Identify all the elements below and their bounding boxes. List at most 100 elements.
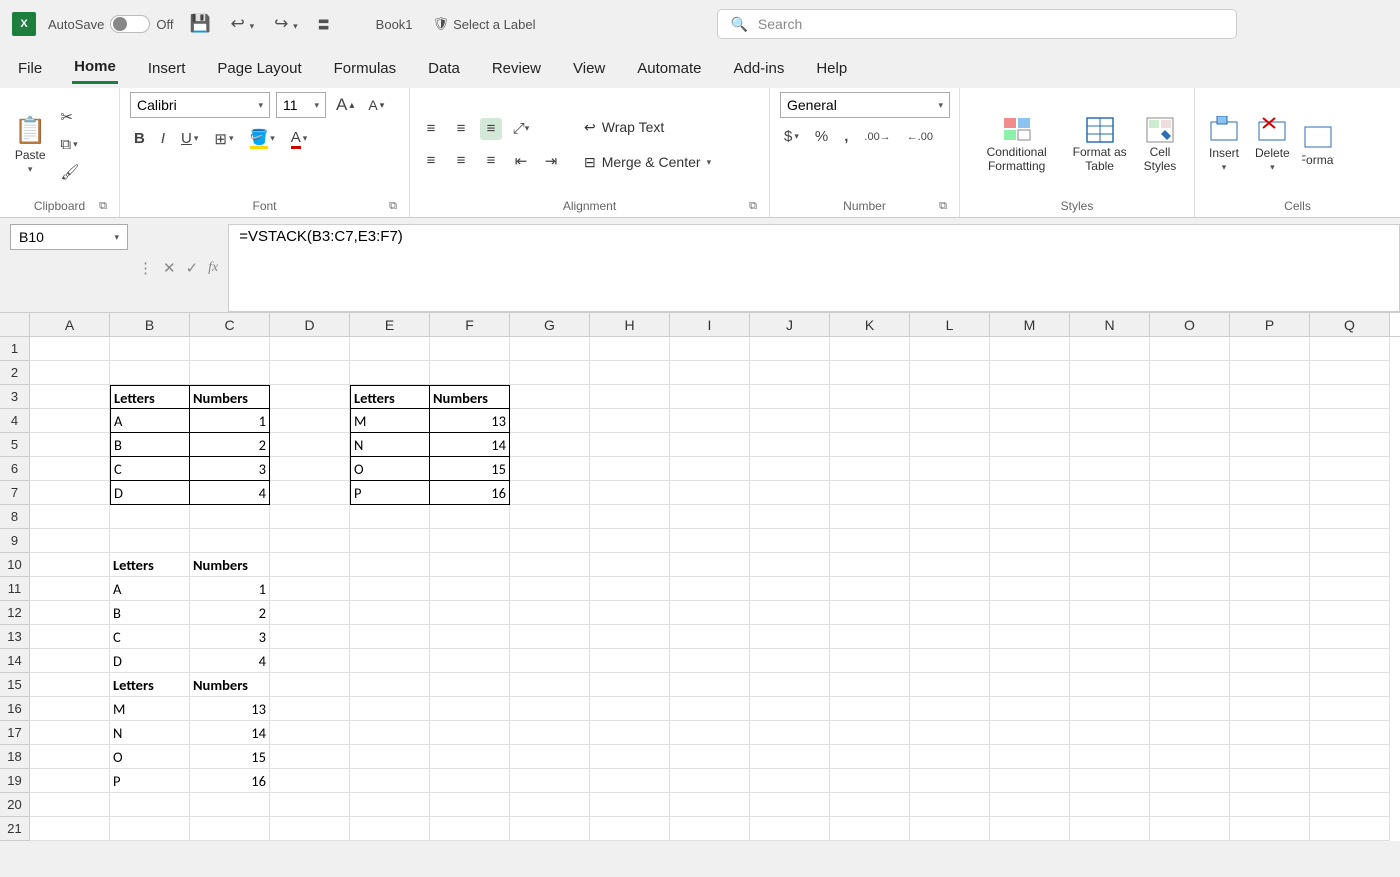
- cell-B14[interactable]: D: [110, 649, 190, 673]
- row-header-11[interactable]: 11: [0, 577, 30, 601]
- cell-M11[interactable]: [990, 577, 1070, 601]
- qat-customize-icon[interactable]: 〓: [314, 10, 334, 38]
- cell-I7[interactable]: [670, 481, 750, 505]
- cell-L21[interactable]: [910, 817, 990, 841]
- cell-H3[interactable]: [590, 385, 670, 409]
- col-header-P[interactable]: P: [1230, 313, 1310, 336]
- cell-I1[interactable]: [670, 337, 750, 361]
- cell-Q1[interactable]: [1310, 337, 1390, 361]
- cell-J15[interactable]: [750, 673, 830, 697]
- cell-M9[interactable]: [990, 529, 1070, 553]
- row-header-12[interactable]: 12: [0, 601, 30, 625]
- cell-G17[interactable]: [510, 721, 590, 745]
- cell-L16[interactable]: [910, 697, 990, 721]
- bold-button[interactable]: B: [130, 128, 149, 149]
- cell-B19[interactable]: P: [110, 769, 190, 793]
- cell-C10[interactable]: Numbers: [190, 553, 270, 577]
- cell-I3[interactable]: [670, 385, 750, 409]
- cell-K3[interactable]: [830, 385, 910, 409]
- cell-C6[interactable]: 3: [190, 457, 270, 481]
- cell-A1[interactable]: [30, 337, 110, 361]
- cell-D10[interactable]: [270, 553, 350, 577]
- cell-M15[interactable]: [990, 673, 1070, 697]
- cell-C20[interactable]: [190, 793, 270, 817]
- cell-A2[interactable]: [30, 361, 110, 385]
- cell-L15[interactable]: [910, 673, 990, 697]
- comma-format-button[interactable]: ,: [840, 126, 852, 147]
- decrease-indent-button[interactable]: ⇤: [510, 150, 532, 172]
- cell-P14[interactable]: [1230, 649, 1310, 673]
- cell-N9[interactable]: [1070, 529, 1150, 553]
- cell-F10[interactable]: [430, 553, 510, 577]
- cell-O7[interactable]: [1150, 481, 1230, 505]
- cell-L9[interactable]: [910, 529, 990, 553]
- cell-L7[interactable]: [910, 481, 990, 505]
- cell-A8[interactable]: [30, 505, 110, 529]
- cell-M8[interactable]: [990, 505, 1070, 529]
- cell-M19[interactable]: [990, 769, 1070, 793]
- cell-H4[interactable]: [590, 409, 670, 433]
- cell-I11[interactable]: [670, 577, 750, 601]
- cell-G10[interactable]: [510, 553, 590, 577]
- cell-A17[interactable]: [30, 721, 110, 745]
- row-header-7[interactable]: 7: [0, 481, 30, 505]
- cell-B1[interactable]: [110, 337, 190, 361]
- cell-K8[interactable]: [830, 505, 910, 529]
- cell-N18[interactable]: [1070, 745, 1150, 769]
- cell-H14[interactable]: [590, 649, 670, 673]
- cell-D4[interactable]: [270, 409, 350, 433]
- row-header-5[interactable]: 5: [0, 433, 30, 457]
- paste-button[interactable]: 📋 Paste ▾: [10, 113, 50, 177]
- cell-E12[interactable]: [350, 601, 430, 625]
- cell-L13[interactable]: [910, 625, 990, 649]
- cell-P19[interactable]: [1230, 769, 1310, 793]
- cell-J7[interactable]: [750, 481, 830, 505]
- cell-L3[interactable]: [910, 385, 990, 409]
- cell-M14[interactable]: [990, 649, 1070, 673]
- formula-input[interactable]: =VSTACK(B3:C7,E3:F7): [228, 224, 1400, 312]
- cell-C19[interactable]: 16: [190, 769, 270, 793]
- cell-M2[interactable]: [990, 361, 1070, 385]
- decrease-font-button[interactable]: A▾: [364, 95, 388, 115]
- cell-L2[interactable]: [910, 361, 990, 385]
- cell-L14[interactable]: [910, 649, 990, 673]
- cell-A7[interactable]: [30, 481, 110, 505]
- cell-M5[interactable]: [990, 433, 1070, 457]
- cell-F15[interactable]: [430, 673, 510, 697]
- cell-C21[interactable]: [190, 817, 270, 841]
- cell-J21[interactable]: [750, 817, 830, 841]
- cell-G9[interactable]: [510, 529, 590, 553]
- cell-A6[interactable]: [30, 457, 110, 481]
- cell-C11[interactable]: 1: [190, 577, 270, 601]
- conditional-formatting-button[interactable]: Conditional Formatting: [970, 114, 1063, 174]
- cell-O21[interactable]: [1150, 817, 1230, 841]
- cell-G2[interactable]: [510, 361, 590, 385]
- cell-C14[interactable]: 4: [190, 649, 270, 673]
- cell-K7[interactable]: [830, 481, 910, 505]
- cell-B21[interactable]: [110, 817, 190, 841]
- cell-Q6[interactable]: [1310, 457, 1390, 481]
- cell-E8[interactable]: [350, 505, 430, 529]
- cell-B16[interactable]: M: [110, 697, 190, 721]
- cell-I16[interactable]: [670, 697, 750, 721]
- cell-K9[interactable]: [830, 529, 910, 553]
- row-header-19[interactable]: 19: [0, 769, 30, 793]
- cell-K16[interactable]: [830, 697, 910, 721]
- tab-formulas[interactable]: Formulas: [332, 54, 399, 83]
- cell-J1[interactable]: [750, 337, 830, 361]
- cell-I8[interactable]: [670, 505, 750, 529]
- cell-P15[interactable]: [1230, 673, 1310, 697]
- col-header-G[interactable]: G: [510, 313, 590, 336]
- cell-H12[interactable]: [590, 601, 670, 625]
- cell-F11[interactable]: [430, 577, 510, 601]
- cell-C18[interactable]: 15: [190, 745, 270, 769]
- cell-O3[interactable]: [1150, 385, 1230, 409]
- cell-F19[interactable]: [430, 769, 510, 793]
- tab-automate[interactable]: Automate: [635, 54, 703, 83]
- cell-M21[interactable]: [990, 817, 1070, 841]
- cell-B3[interactable]: Letters: [110, 385, 190, 409]
- cell-O14[interactable]: [1150, 649, 1230, 673]
- more-icon[interactable]: ⋮: [138, 259, 153, 277]
- cell-I13[interactable]: [670, 625, 750, 649]
- cell-J16[interactable]: [750, 697, 830, 721]
